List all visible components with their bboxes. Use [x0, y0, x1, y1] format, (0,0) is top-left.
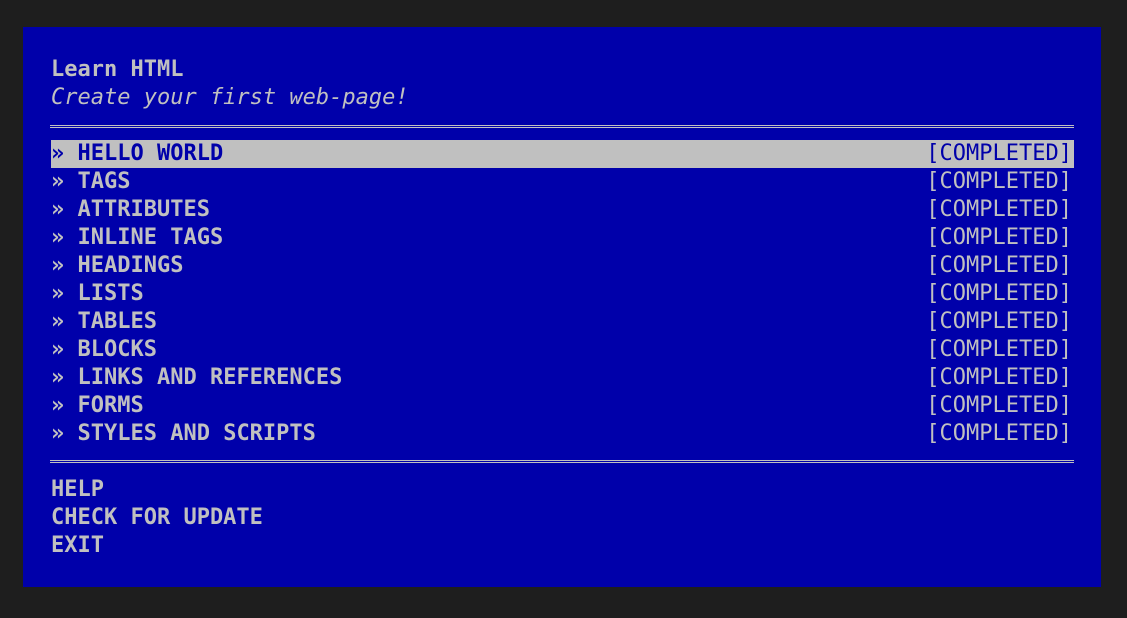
- menu-item-label: STYLES AND SCRIPTS: [77, 421, 316, 446]
- status-badge: [COMPLETED]: [926, 393, 1072, 418]
- menu-item-forms[interactable]: » FORMS [COMPLETED]: [51, 392, 1074, 420]
- lesson-menu: » HELLO WORLD [COMPLETED] » TAGS [COMPLE…: [51, 140, 1074, 448]
- bullet-icon: »: [51, 309, 65, 334]
- status-badge: [COMPLETED]: [926, 253, 1072, 278]
- exit-button[interactable]: EXIT: [51, 532, 263, 560]
- status-badge: [COMPLETED]: [926, 421, 1072, 446]
- bullet-icon: »: [51, 393, 65, 418]
- menu-item-inline-tags[interactable]: » INLINE TAGS [COMPLETED]: [51, 224, 1074, 252]
- menu-item-label: TAGS: [77, 169, 131, 194]
- status-badge: [COMPLETED]: [926, 225, 1072, 250]
- bullet-icon: »: [51, 337, 65, 362]
- status-badge: [COMPLETED]: [926, 337, 1072, 362]
- check-for-update-button[interactable]: CHECK FOR UPDATE: [51, 504, 263, 532]
- menu-item-label: LISTS: [77, 281, 144, 306]
- help-button[interactable]: HELP: [51, 476, 263, 504]
- status-badge: [COMPLETED]: [926, 169, 1072, 194]
- menu-item-tags[interactable]: » TAGS [COMPLETED]: [51, 168, 1074, 196]
- menu-item-tables[interactable]: » TABLES [COMPLETED]: [51, 308, 1074, 336]
- menu-item-label: HEADINGS: [77, 253, 184, 278]
- menu-item-label: FORMS: [77, 393, 144, 418]
- menu-item-label: HELLO WORLD: [77, 141, 224, 166]
- status-badge: [COMPLETED]: [926, 309, 1072, 334]
- status-badge: [COMPLETED]: [926, 281, 1072, 306]
- menu-item-label: INLINE TAGS: [77, 225, 224, 250]
- menu-item-label: TABLES: [77, 309, 157, 334]
- bullet-icon: »: [51, 225, 65, 250]
- status-badge: [COMPLETED]: [926, 365, 1072, 390]
- terminal-window: Learn HTML Create your first web-page! »…: [23, 27, 1101, 587]
- bullet-icon: »: [51, 169, 65, 194]
- app-title: Learn HTML: [51, 57, 184, 82]
- menu-item-label: LINKS AND REFERENCES: [77, 365, 343, 390]
- bottom-divider: [50, 460, 1074, 463]
- menu-item-blocks[interactable]: » BLOCKS [COMPLETED]: [51, 336, 1074, 364]
- bullet-icon: »: [51, 365, 65, 390]
- menu-item-headings[interactable]: » HEADINGS [COMPLETED]: [51, 252, 1074, 280]
- menu-item-lists[interactable]: » LISTS [COMPLETED]: [51, 280, 1074, 308]
- menu-item-styles-and-scripts[interactable]: » STYLES AND SCRIPTS [COMPLETED]: [51, 420, 1074, 448]
- menu-item-label: ATTRIBUTES: [77, 197, 210, 222]
- menu-item-label: BLOCKS: [77, 337, 157, 362]
- bullet-icon: »: [51, 197, 65, 222]
- menu-item-hello-world[interactable]: » HELLO WORLD [COMPLETED]: [51, 140, 1074, 168]
- top-divider: [50, 125, 1074, 128]
- menu-item-attributes[interactable]: » ATTRIBUTES [COMPLETED]: [51, 196, 1074, 224]
- bullet-icon: »: [51, 281, 65, 306]
- bullet-icon: »: [51, 253, 65, 278]
- status-badge: [COMPLETED]: [926, 141, 1072, 166]
- bullet-icon: »: [51, 421, 65, 446]
- bullet-icon: »: [51, 141, 65, 166]
- status-badge: [COMPLETED]: [926, 197, 1072, 222]
- menu-item-links-and-references[interactable]: » LINKS AND REFERENCES [COMPLETED]: [51, 364, 1074, 392]
- footer-menu: HELP CHECK FOR UPDATE EXIT: [51, 476, 263, 560]
- app-subtitle: Create your first web-page!: [51, 85, 409, 110]
